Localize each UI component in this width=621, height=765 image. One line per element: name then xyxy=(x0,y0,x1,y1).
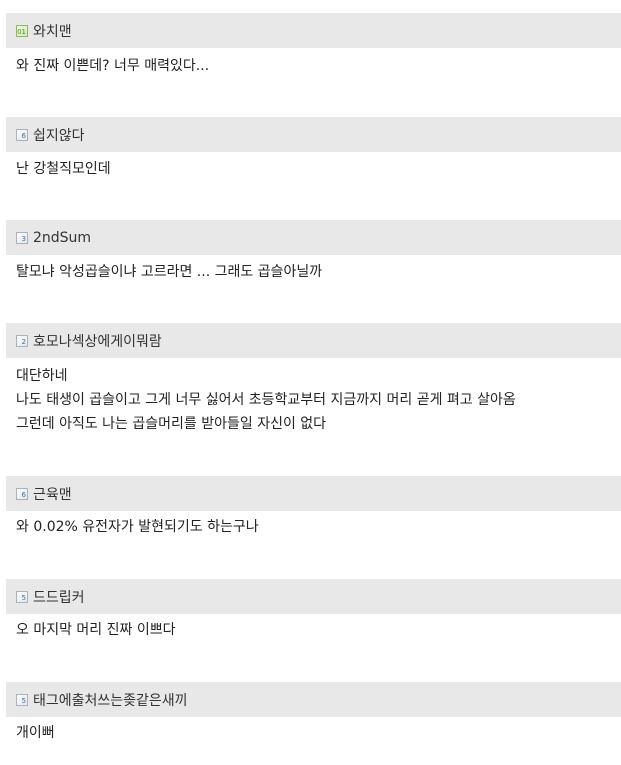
comment-body: 탈모냐 악성곱슬이냐 고르라면 ... 그래도 곱슬아닐까 xyxy=(16,260,616,284)
comment-header: 5 태그에출처쓰는좆같은새끼 xyxy=(6,682,621,717)
comment-body: 난 강철직모인데 xyxy=(16,157,616,181)
comment-body: 와 진짜 이쁜데? 너무 매력있다... xyxy=(16,54,616,78)
user-level-icon: 6 xyxy=(16,128,28,141)
comment-username[interactable]: 쉽지않다 xyxy=(33,125,85,145)
user-level-icon: 6 xyxy=(16,487,28,500)
comment-username[interactable]: 2ndSum xyxy=(33,230,91,246)
comment-username[interactable]: 드드립커 xyxy=(33,587,85,607)
comment-text: 와 0.02% 유전자가 발현되기도 하는구나 xyxy=(16,519,259,535)
user-level-icon: 01 xyxy=(16,24,28,37)
user-level-icon: 5 xyxy=(16,693,28,706)
comment-body: 오 마지막 머리 진짜 이쁘다 xyxy=(16,618,616,642)
comment-header: 6 쉽지않다 xyxy=(6,117,621,152)
user-level-icon: 3 xyxy=(16,231,28,244)
comment-body: 개이뻐 xyxy=(16,721,616,745)
comment-header: 01 와치맨 xyxy=(6,13,621,48)
comment-text: 와 진짜 이쁜데? 너무 매력있다... xyxy=(16,58,210,74)
comment-text: 대단하네 xyxy=(16,368,68,384)
comment-text: 탈모냐 악성곱슬이냐 고르라면 ... 그래도 곱슬아닐까 xyxy=(16,264,323,280)
comment-text: 나도 태생이 곱슬이고 그게 너무 싫어서 초등학교부터 지금까지 머리 곧게 … xyxy=(16,392,516,408)
comment-text: 오 마지막 머리 진짜 이쁘다 xyxy=(16,622,176,638)
comment-text: 그런데 아직도 나는 곱슬머리를 받아들일 자신이 없다 xyxy=(16,416,327,432)
comment-username[interactable]: 와치맨 xyxy=(33,21,72,41)
comment-username[interactable]: 근육맨 xyxy=(33,484,72,504)
comment-header: 2 호모나섹상에게이뭐람 xyxy=(6,323,621,358)
comment-header: 3 2ndSum xyxy=(6,220,621,255)
comment-body: 대단하네 나도 태생이 곱슬이고 그게 너무 싫어서 초등학교부터 지금까지 머… xyxy=(16,364,616,436)
comment-text: 개이뻐 xyxy=(16,725,55,741)
comment-username[interactable]: 호모나섹상에게이뭐람 xyxy=(33,331,162,351)
comment-header: 5 드드립커 xyxy=(6,579,621,614)
comment-text: 난 강철직모인데 xyxy=(16,161,111,177)
comment-header: 6 근육맨 xyxy=(6,476,621,511)
user-level-icon: 2 xyxy=(16,334,28,347)
comment-body: 와 0.02% 유전자가 발현되기도 하는구나 xyxy=(16,515,616,539)
comment-username[interactable]: 태그에출처쓰는좆같은새끼 xyxy=(33,690,188,710)
user-level-icon: 5 xyxy=(16,590,28,603)
